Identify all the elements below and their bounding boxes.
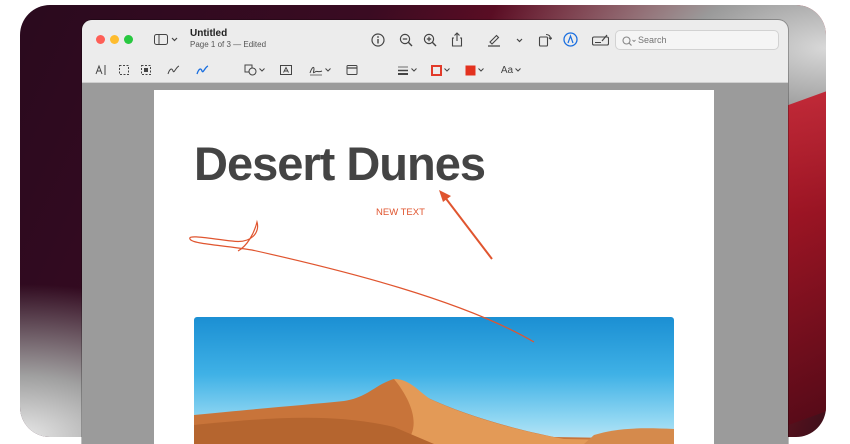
wallpaper-stripe: [786, 84, 826, 426]
annotation-arrow[interactable]: [443, 195, 493, 260]
freehand-sketch-annotation[interactable]: [189, 219, 535, 343]
preview-window: Untitled Page 1 of 3 — Edited Search Aa …: [82, 20, 788, 444]
markup-annotations: [189, 190, 535, 343]
arrow-head-icon: [439, 190, 451, 202]
